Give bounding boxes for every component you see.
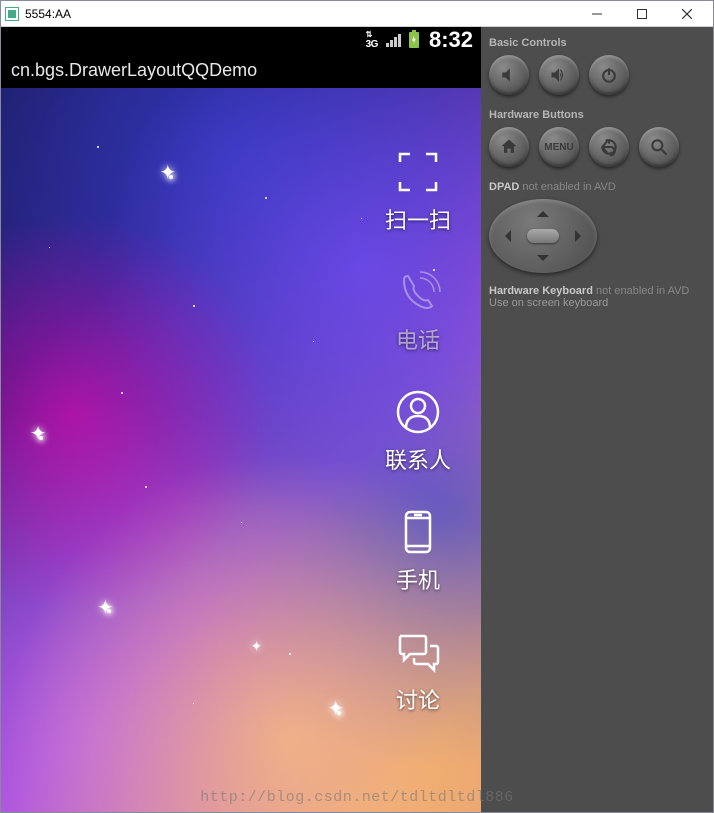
back-button[interactable]: [589, 127, 629, 167]
menu-item-discuss[interactable]: 讨论: [385, 627, 451, 715]
menu-item-scan[interactable]: 扫一扫: [385, 147, 451, 235]
menu-item-contacts[interactable]: 联系人: [385, 387, 451, 475]
menu-label: 手机: [396, 563, 440, 595]
menu-label: 联系人: [385, 443, 451, 475]
menu-item-phone[interactable]: 电话: [385, 267, 451, 355]
android-status-bar: ⇅3G 8:32: [1, 27, 481, 52]
battery-icon: [409, 32, 419, 48]
menu-label: 扫一扫: [385, 203, 451, 235]
search-button[interactable]: [639, 127, 679, 167]
emulator-controls-panel: Basic Controls Hardware Buttons: [481, 27, 713, 812]
menu-item-mobile[interactable]: 手机: [385, 507, 451, 595]
close-button[interactable]: [664, 2, 709, 26]
dpad-title-row: DPAD not enabled in AVD: [489, 181, 705, 193]
dpad-right-icon: [575, 230, 587, 242]
dpad[interactable]: [489, 199, 597, 273]
app-icon: [5, 7, 19, 21]
home-button[interactable]: [489, 127, 529, 167]
dpad-down-icon: [537, 255, 549, 267]
dpad-center-button[interactable]: [527, 229, 559, 243]
contacts-icon: [393, 387, 443, 437]
window-titlebar: 5554:AA: [1, 1, 713, 27]
network-type-icon: ⇅3G: [366, 30, 378, 50]
watermark: http://blog.csdn.net/tdltdltdl886: [1, 789, 713, 806]
window-controls: [574, 2, 709, 26]
menu-label: 讨论: [396, 683, 440, 715]
basic-controls-title: Basic Controls: [489, 37, 705, 49]
hardware-buttons-title: Hardware Buttons: [489, 109, 705, 121]
minimize-button[interactable]: [574, 2, 619, 26]
window-title: 5554:AA: [25, 7, 574, 21]
emulator-screen: ⇅3G 8:32 cn.bgs.DrawerLayoutQQDemo: [1, 27, 481, 812]
mobile-icon: [393, 507, 443, 557]
menu-label: 电话: [396, 323, 440, 355]
emulator-window: 5554:AA ⇅3G 8:32: [0, 0, 714, 813]
volume-down-button[interactable]: [489, 55, 529, 95]
menu-button[interactable]: MENU: [539, 127, 579, 167]
dpad-left-icon: [499, 230, 511, 242]
phone-icon: [393, 267, 443, 317]
maximize-button[interactable]: [619, 2, 664, 26]
power-button[interactable]: [589, 55, 629, 95]
volume-up-button[interactable]: [539, 55, 579, 95]
scan-icon: [393, 147, 443, 197]
signal-icon: [386, 33, 401, 47]
dpad-up-icon: [537, 205, 549, 217]
drawer-menu: 扫一扫 电话: [385, 147, 451, 715]
keyboard-note: Hardware Keyboard not enabled in AVD Use…: [489, 285, 705, 309]
clock: 8:32: [429, 27, 473, 53]
app-title-bar: cn.bgs.DrawerLayoutQQDemo: [1, 52, 481, 88]
discuss-icon: [393, 627, 443, 677]
